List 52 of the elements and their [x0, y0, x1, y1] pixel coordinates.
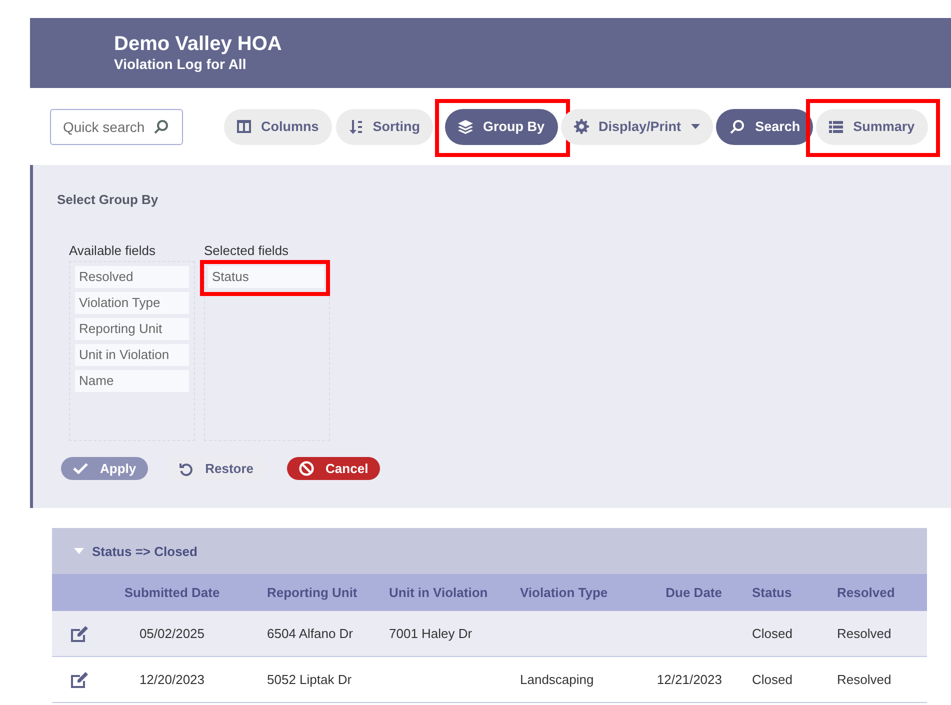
table-cell: Resolved: [837, 672, 892, 687]
table-cell: 6504 Alfano Dr: [267, 626, 354, 641]
columns-icon: [237, 120, 251, 133]
summary-button[interactable]: Summary: [816, 108, 928, 144]
field-item[interactable]: Violation Type: [75, 292, 189, 314]
restore-button[interactable]: Restore: [169, 457, 266, 480]
caret-icon: [691, 124, 700, 129]
edit-icon[interactable]: [71, 672, 89, 688]
table-cell: 12/20/2023: [139, 672, 205, 687]
panel-title: Select Group By: [57, 192, 158, 207]
column-header[interactable]: Reporting Unit: [267, 585, 358, 600]
column-header[interactable]: Status: [752, 585, 792, 600]
search-button[interactable]: Search: [716, 108, 814, 144]
sort-icon: [348, 120, 363, 134]
undo-icon: [179, 462, 194, 476]
display-print-button[interactable]: Display/Print: [560, 108, 714, 144]
column-header[interactable]: Due Date: [666, 585, 722, 600]
table-cell: Closed: [752, 626, 792, 641]
field-item[interactable]: Name: [75, 370, 189, 392]
column-header[interactable]: Unit in Violation: [389, 585, 488, 600]
group-by-button[interactable]: Group By: [445, 108, 558, 144]
edit-icon[interactable]: [71, 626, 89, 642]
gear-icon: [574, 119, 589, 134]
list-label: Selected fields: [204, 243, 289, 260]
field-item[interactable]: Unit in Violation: [75, 344, 189, 366]
columns-button[interactable]: Columns: [224, 108, 332, 144]
table-cell: 05/02/2025: [139, 626, 205, 641]
cancel-button[interactable]: Cancel: [286, 457, 380, 480]
table-cell: 5052 Liptak Dr: [267, 672, 352, 687]
layers-icon: [458, 120, 474, 134]
page-subtitle: Violation Log for All: [114, 56, 246, 73]
column-header[interactable]: Resolved: [837, 585, 895, 600]
ban-icon: [298, 461, 314, 476]
table-cell: Landscaping: [520, 672, 594, 687]
group-label: Status => Closed: [92, 544, 198, 558]
field-item[interactable]: Reporting Unit: [75, 318, 189, 340]
column-header[interactable]: Violation Type: [520, 585, 608, 600]
field-item[interactable]: Status: [208, 266, 324, 288]
quick-search-field[interactable]: Quick search: [50, 108, 183, 144]
sorting-button[interactable]: Sorting: [336, 108, 434, 144]
list-label: Available fields: [69, 243, 156, 260]
table-cell: 7001 Haley Dr: [389, 626, 472, 641]
search-icon: [729, 118, 746, 134]
column-header[interactable]: Submitted Date: [124, 585, 220, 600]
field-item[interactable]: Resolved: [75, 266, 189, 288]
app-title: Demo Valley HOA: [114, 32, 282, 56]
checkmark-icon: [73, 463, 88, 474]
search-icon: [153, 118, 169, 134]
table-cell: Resolved: [837, 626, 892, 641]
table-cell: Closed: [752, 672, 792, 687]
list-icon: [829, 120, 844, 132]
table-cell: 12/21/2023: [656, 672, 722, 687]
